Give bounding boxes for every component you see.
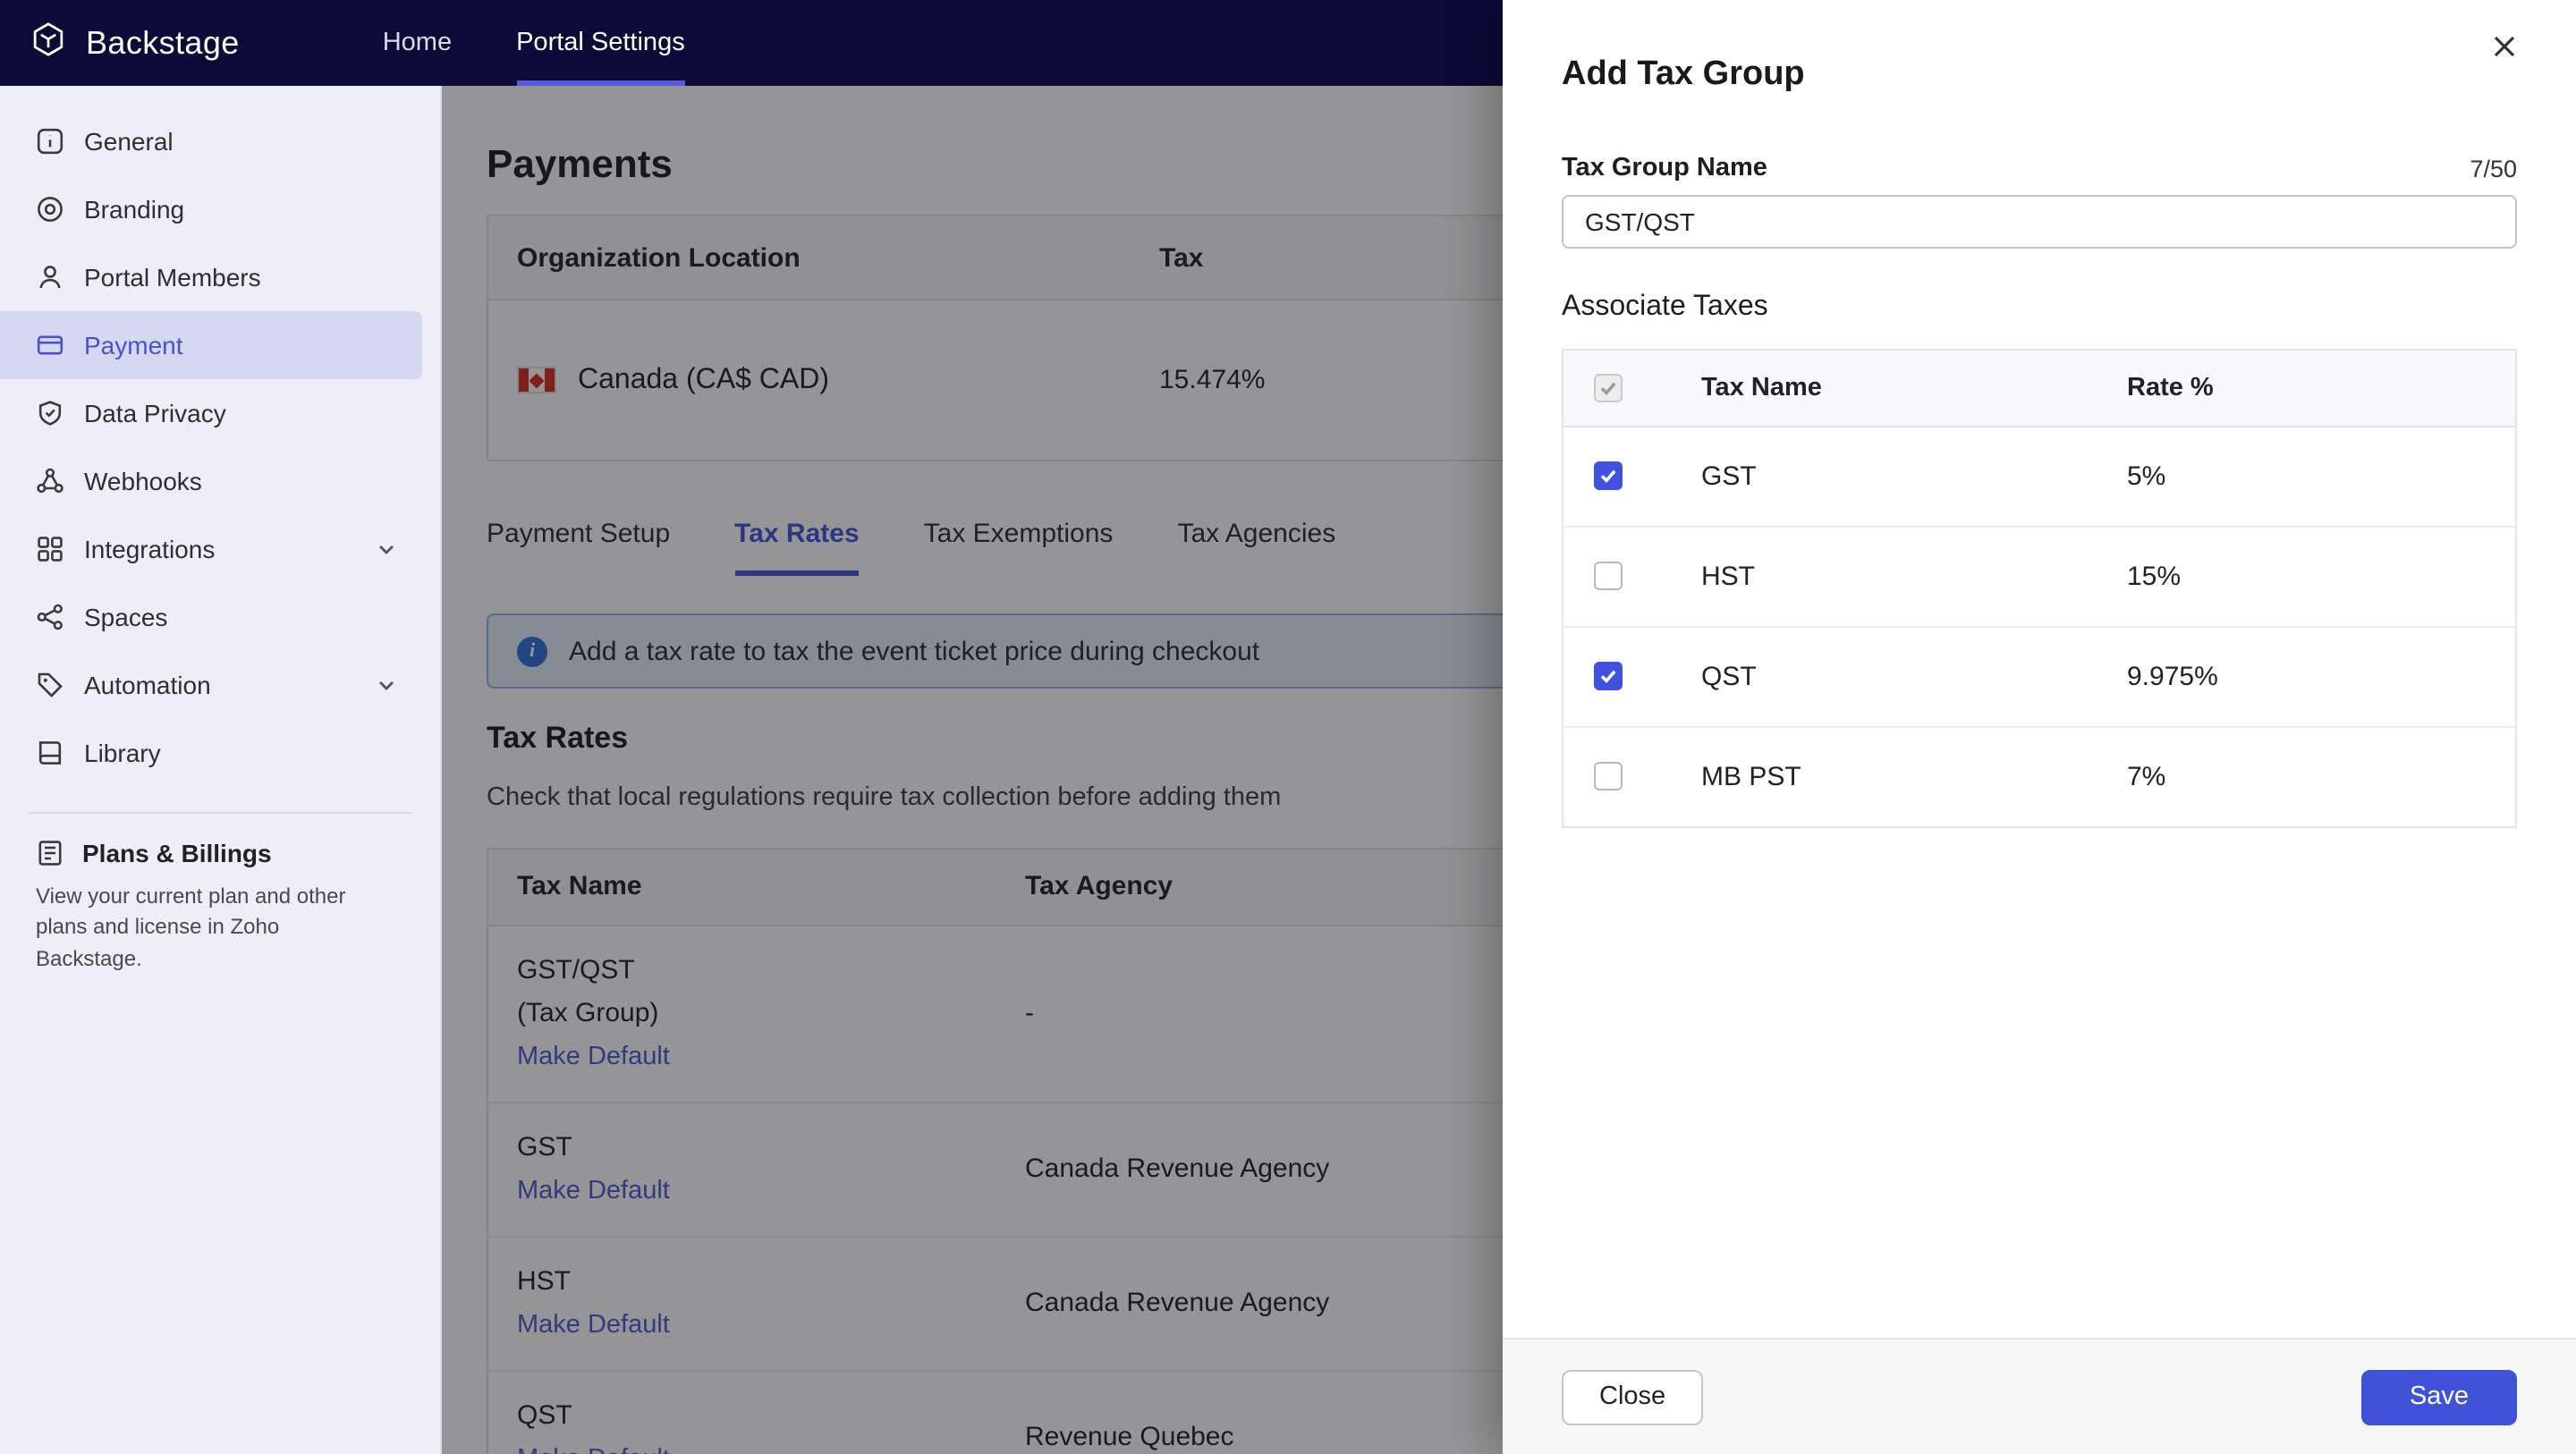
- plans-billings-section: Plans & Billings View your current plan …: [0, 839, 440, 975]
- sidebar-divider: [29, 812, 411, 814]
- sidebar-item-automation[interactable]: Automation: [0, 651, 422, 719]
- tax-group-name-input[interactable]: [1562, 195, 2517, 249]
- tax-rate: 9.975%: [2127, 662, 2515, 692]
- nav-item-home[interactable]: Home: [383, 0, 452, 86]
- nav-item-portal-settings[interactable]: Portal Settings: [516, 0, 685, 86]
- close-icon[interactable]: [2485, 27, 2524, 66]
- drawer-footer: Close Save: [1503, 1338, 2576, 1454]
- save-button[interactable]: Save: [2361, 1369, 2517, 1424]
- spaces-icon: [36, 603, 64, 631]
- branding-icon: [36, 195, 64, 224]
- tax-name: GST: [1653, 461, 2127, 492]
- shield-icon: [36, 399, 64, 427]
- webhooks-icon: [36, 467, 64, 495]
- tax-rate: 5%: [2127, 461, 2515, 492]
- sidebar-item-label: Automation: [84, 671, 356, 699]
- tax-name: QST: [1653, 662, 2127, 692]
- payment-icon: [36, 331, 64, 359]
- sidebar-item-label: General: [84, 127, 397, 156]
- tax-rate: 15%: [2127, 562, 2515, 592]
- sidebar-item-label: Integrations: [84, 535, 356, 563]
- drawer-title: Add Tax Group: [1562, 54, 2517, 97]
- col-header-rate: Rate %: [2127, 374, 2515, 402]
- char-counter: 7/50: [2470, 156, 2517, 182]
- info-icon: [36, 127, 64, 156]
- sidebar-item-label: Spaces: [84, 603, 397, 631]
- close-button[interactable]: Close: [1562, 1369, 1703, 1424]
- sidebar-item-branding[interactable]: Branding: [0, 175, 422, 243]
- sidebar-item-label: Webhooks: [84, 467, 397, 495]
- sidebar-item-label: Data Privacy: [84, 399, 397, 427]
- plans-billings-description: View your current plan and other plans a…: [36, 882, 390, 975]
- sidebar-item-payment[interactable]: Payment: [0, 311, 422, 379]
- list-item: GST 5%: [1563, 427, 2515, 528]
- add-tax-group-drawer: Add Tax Group Tax Group Name 7/50 Associ…: [1503, 0, 2576, 1454]
- sidebar-item-data-privacy[interactable]: Data Privacy: [0, 379, 422, 447]
- integrations-icon: [36, 535, 64, 563]
- tax-name: HST: [1653, 562, 2127, 592]
- sidebar-item-portal-members[interactable]: Portal Members: [0, 243, 422, 311]
- tax-rate: 7%: [2127, 762, 2515, 792]
- sidebar-item-webhooks[interactable]: Webhooks: [0, 447, 422, 515]
- chevron-down-icon: [376, 538, 397, 560]
- brand[interactable]: Backstage: [0, 0, 268, 86]
- brand-name: Backstage: [86, 24, 240, 62]
- billing-icon: [36, 839, 64, 867]
- associate-taxes-table: Tax Name Rate % GST 5%: [1562, 349, 2517, 828]
- select-all-checkbox[interactable]: [1594, 374, 1623, 402]
- sidebar-item-label: Branding: [84, 195, 397, 224]
- library-icon: [36, 739, 64, 767]
- tax-name: MB PST: [1653, 762, 2127, 792]
- list-item: MB PST 7%: [1563, 728, 2515, 826]
- sidebar-item-label: Library: [84, 739, 397, 767]
- tax-group-name-label: Tax Group Name: [1562, 154, 1767, 182]
- tax-checkbox-gst[interactable]: [1594, 462, 1623, 491]
- tax-checkbox-qst[interactable]: [1594, 663, 1623, 691]
- tax-checkbox-mb-pst[interactable]: [1594, 763, 1623, 791]
- sidebar-item-library[interactable]: Library: [0, 719, 422, 787]
- plans-billings-link[interactable]: Plans & Billings: [36, 839, 404, 867]
- list-item: HST 15%: [1563, 528, 2515, 628]
- sidebar-item-spaces[interactable]: Spaces: [0, 583, 422, 651]
- app-window: Backstage Home Portal Settings General B…: [0, 0, 2576, 1454]
- list-item: QST 9.975%: [1563, 628, 2515, 728]
- sidebar-item-label: Payment: [84, 331, 397, 359]
- settings-sidebar: General Branding Portal Members Payment …: [0, 86, 442, 1454]
- backstage-logo-icon: [29, 19, 68, 67]
- members-icon: [36, 263, 64, 292]
- associate-taxes-label: Associate Taxes: [1562, 292, 2517, 324]
- associate-table-header: Tax Name Rate %: [1563, 351, 2515, 427]
- plans-billings-title: Plans & Billings: [82, 839, 272, 867]
- col-header-tax-name: Tax Name: [1653, 374, 2127, 402]
- tag-icon: [36, 671, 64, 699]
- sidebar-item-integrations[interactable]: Integrations: [0, 515, 422, 583]
- tax-checkbox-hst[interactable]: [1594, 562, 1623, 591]
- top-nav-links: Home Portal Settings: [383, 0, 685, 86]
- chevron-down-icon: [376, 674, 397, 696]
- sidebar-item-general[interactable]: General: [0, 107, 422, 175]
- sidebar-item-label: Portal Members: [84, 263, 397, 292]
